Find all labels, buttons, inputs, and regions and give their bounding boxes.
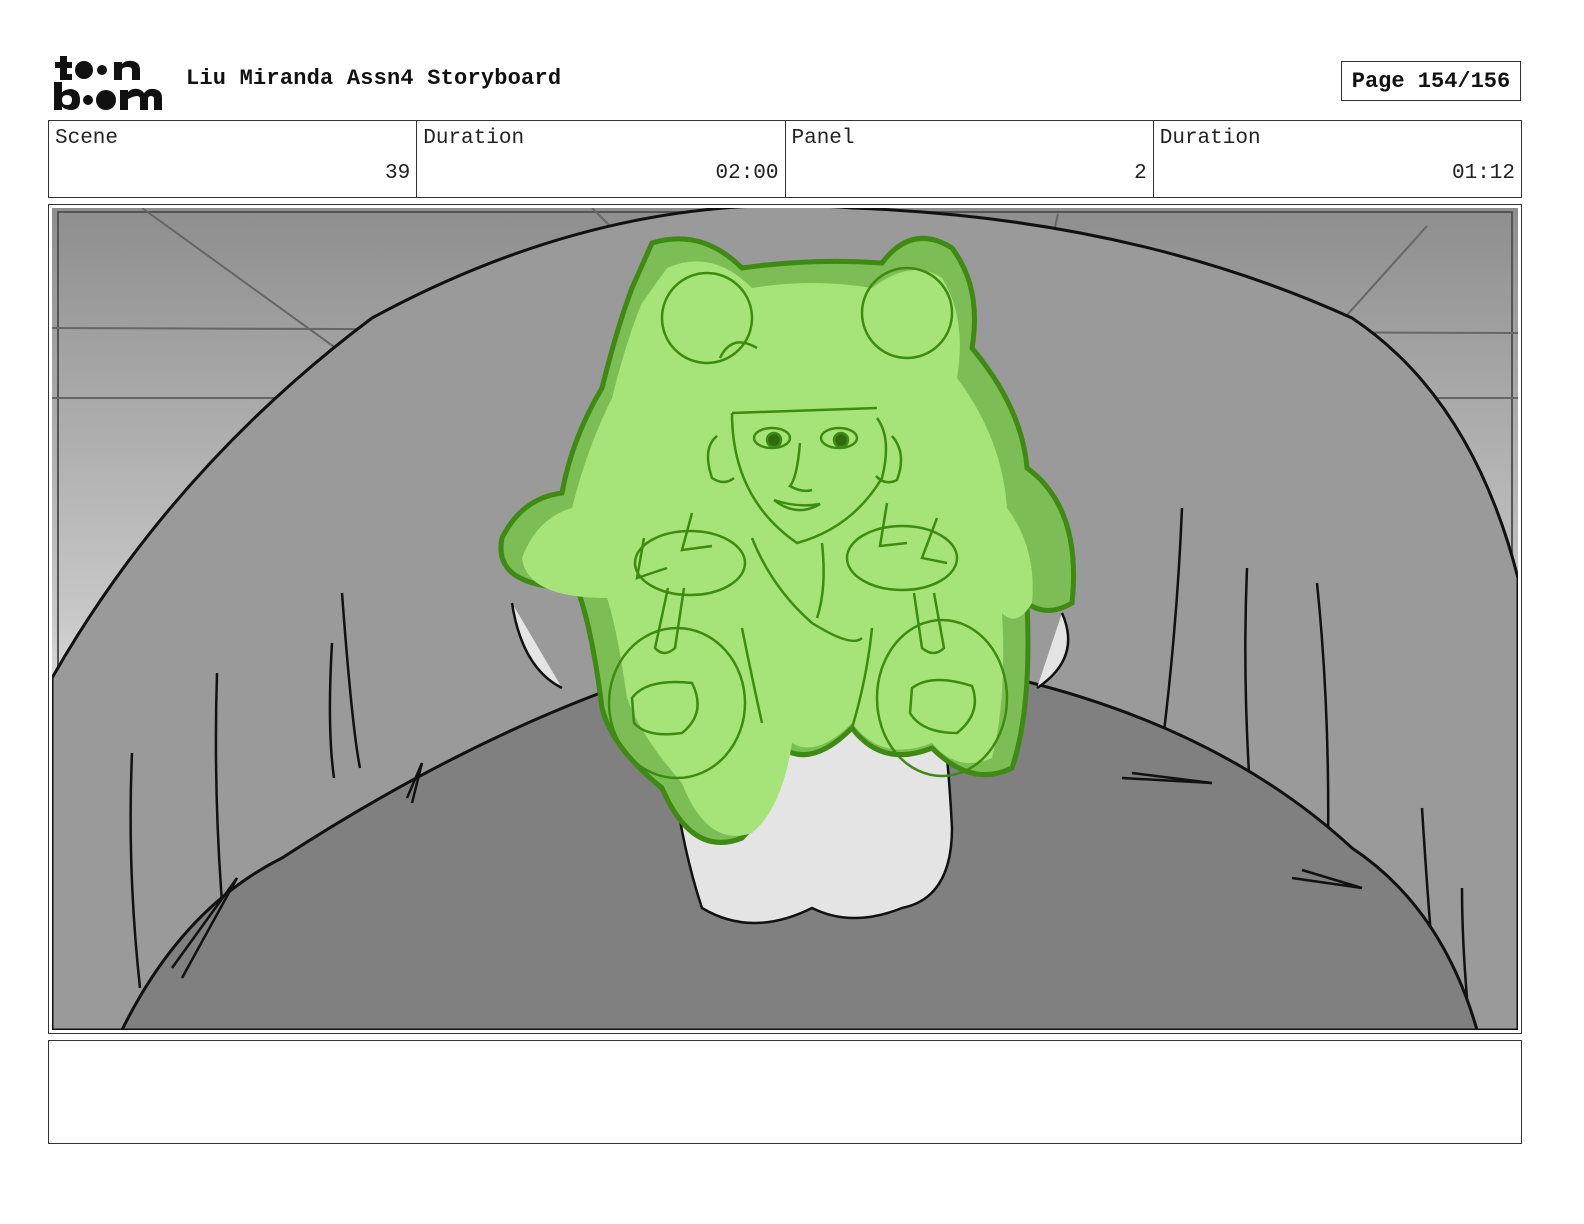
- panel-duration-cell: Duration 01:12: [1154, 121, 1521, 197]
- panel-duration-value: 01:12: [1451, 162, 1515, 185]
- panel-duration-label: Duration: [1159, 127, 1261, 150]
- scene-duration-cell: Duration 02:00: [417, 121, 786, 197]
- toon-boom-logo: [54, 56, 162, 110]
- panel-sketch: [52, 208, 1518, 1030]
- panel-cell: Panel 2: [786, 121, 1154, 197]
- scene-label: Scene: [55, 127, 119, 150]
- page-indicator: Page 154/156: [1341, 61, 1521, 101]
- storyboard-panel: [48, 204, 1522, 1034]
- scene-value: 39: [385, 162, 411, 185]
- panel-value: 2: [1134, 162, 1147, 185]
- scene-duration-value: 02:00: [715, 162, 779, 185]
- panel-notes-box: [48, 1040, 1522, 1144]
- panel-label: Panel: [791, 127, 855, 150]
- scene-cell: Scene 39: [49, 121, 418, 197]
- document-title: Liu Miranda Assn4 Storyboard: [186, 66, 562, 91]
- scene-info-table: Scene 39 Duration 02:00 Panel 2 Duration…: [48, 120, 1522, 198]
- scene-duration-label: Duration: [423, 127, 525, 150]
